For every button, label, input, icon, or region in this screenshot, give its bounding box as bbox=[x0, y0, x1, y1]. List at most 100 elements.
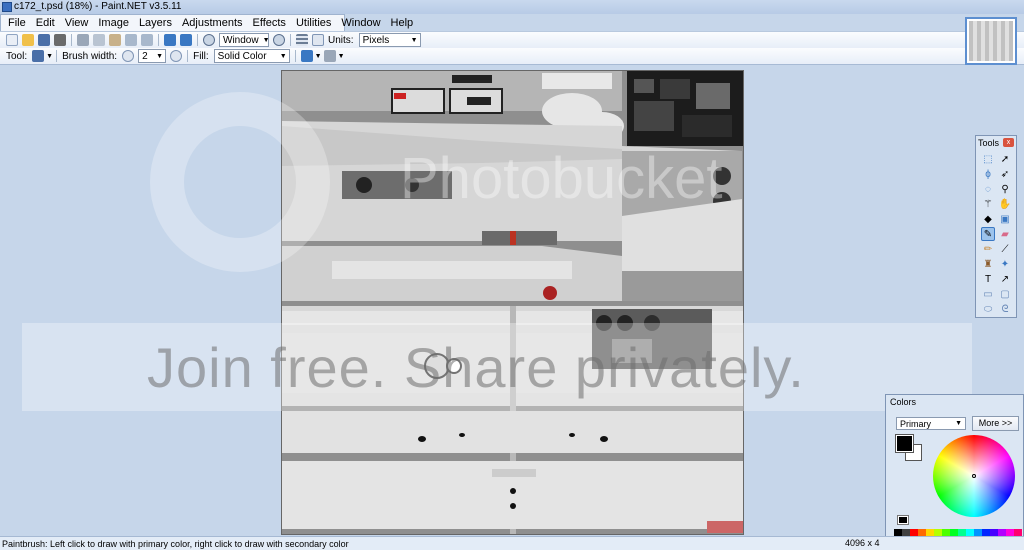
save-icon[interactable] bbox=[38, 34, 50, 46]
zoom-dropdown[interactable]: Window ▼ bbox=[219, 33, 270, 47]
brush-width-dropdown[interactable]: 2 ▼ bbox=[138, 49, 167, 63]
eraser-icon[interactable]: ▰ bbox=[998, 227, 1012, 241]
paintbrush-tool-icon[interactable] bbox=[32, 50, 45, 62]
units-label: Units: bbox=[328, 34, 354, 46]
clone-stamp-icon[interactable]: ♜ bbox=[981, 257, 995, 271]
toolbar-separator bbox=[290, 34, 291, 46]
antialiasing-icon[interactable] bbox=[300, 50, 313, 62]
chevron-down-icon: ▼ bbox=[262, 36, 270, 44]
menu-utilities[interactable]: Utilities bbox=[291, 16, 336, 31]
gradient-icon[interactable]: ▣ bbox=[998, 212, 1012, 226]
menu-layers[interactable]: Layers bbox=[134, 16, 177, 31]
tools-window-title: Tools bbox=[978, 137, 1000, 148]
color-mode-dropdown[interactable]: Primary ▼ bbox=[896, 417, 966, 430]
fill-dropdown[interactable]: Solid Color ▼ bbox=[213, 49, 290, 63]
watermark-tagline: Join free. Share privately. bbox=[147, 335, 805, 399]
chevron-down-icon: ▼ bbox=[410, 36, 418, 44]
copy-icon[interactable] bbox=[93, 34, 105, 46]
cut-icon[interactable] bbox=[77, 34, 89, 46]
toolbar-separator bbox=[158, 34, 159, 46]
status-bar: Paintbrush: Left click to draw with prim… bbox=[0, 536, 1024, 550]
tool-options-toolbar: Tool: ▼ Brush width: 2 ▼ Fill: Solid Col… bbox=[0, 48, 1024, 65]
increase-width-icon[interactable] bbox=[170, 50, 183, 62]
color-picker-icon[interactable]: ⟋ bbox=[998, 242, 1012, 256]
main-toolbar: Window ▼ Units: Pixels ▼ bbox=[0, 31, 1024, 48]
pan-icon[interactable]: ✋ bbox=[998, 197, 1012, 211]
undo-icon[interactable] bbox=[164, 34, 176, 46]
chevron-down-icon[interactable]: ▼ bbox=[46, 53, 53, 60]
ellipse-shape-icon[interactable]: ⬭ bbox=[981, 302, 995, 316]
decrease-width-icon[interactable] bbox=[122, 50, 135, 62]
chevron-down-icon: ▼ bbox=[955, 420, 962, 427]
tools-window-titlebar[interactable]: Tools x bbox=[976, 136, 1016, 149]
lasso-select-icon[interactable]: ϕ bbox=[981, 167, 995, 181]
image-canvas[interactable] bbox=[281, 70, 744, 535]
rectangle-select-icon[interactable]: ⬚ bbox=[981, 152, 995, 166]
photobucket-logo-watermark bbox=[150, 92, 330, 272]
toolbar-separator bbox=[187, 50, 189, 62]
toolbar-separator bbox=[294, 50, 296, 62]
menu-image[interactable]: Image bbox=[93, 16, 134, 31]
fill-label: Fill: bbox=[193, 50, 209, 62]
recolor-icon[interactable]: ✦ bbox=[998, 257, 1012, 271]
menu-window[interactable]: Window bbox=[336, 16, 385, 31]
pencil-icon[interactable]: ✏ bbox=[981, 242, 995, 256]
crop-to-selection-icon[interactable] bbox=[125, 34, 137, 46]
brush-width-label: Brush width: bbox=[62, 50, 118, 62]
image-size-readout: 4096 x 4 bbox=[845, 538, 880, 548]
colors-window-title[interactable]: Colors bbox=[886, 395, 1023, 409]
document-thumbnail-preview bbox=[969, 21, 1013, 61]
tool-label: Tool: bbox=[6, 50, 28, 62]
menu-view[interactable]: View bbox=[60, 16, 94, 31]
magic-wand-icon[interactable]: ⚚ bbox=[981, 197, 995, 211]
menu-help[interactable]: Help bbox=[386, 16, 419, 31]
tools-window: Tools x ⬚ ➚ ϕ ➶ ◌ ⚲ ⚚ ✋ ◆ ▣ ✎ ▰ ✏ ⟋ ♜ ✦ … bbox=[975, 135, 1017, 318]
chevron-down-icon[interactable]: ▼ bbox=[315, 53, 322, 60]
rounded-rectangle-icon[interactable]: ▢ bbox=[998, 287, 1012, 301]
color-wheel-marker[interactable] bbox=[972, 474, 976, 478]
line-curve-icon[interactable]: ↗ bbox=[998, 272, 1012, 286]
open-folder-icon[interactable] bbox=[22, 34, 34, 46]
paint-bucket-icon[interactable]: ◆ bbox=[981, 212, 995, 226]
menu-file[interactable]: File bbox=[3, 16, 31, 31]
print-icon[interactable] bbox=[54, 34, 66, 46]
redo-icon[interactable] bbox=[180, 34, 192, 46]
ellipse-select-icon[interactable]: ◌ bbox=[981, 182, 995, 196]
deselect-icon[interactable] bbox=[141, 34, 153, 46]
text-icon[interactable]: T bbox=[981, 272, 995, 286]
new-file-icon[interactable] bbox=[6, 34, 18, 46]
zoom-icon[interactable]: ⚲ bbox=[998, 182, 1012, 196]
zoom-out-icon[interactable] bbox=[203, 34, 215, 46]
move-selected-icon[interactable]: ➶ bbox=[998, 167, 1012, 181]
zoom-in-icon[interactable] bbox=[273, 34, 285, 46]
tools-window-close-button[interactable]: x bbox=[1003, 138, 1014, 147]
units-dropdown[interactable]: Pixels ▼ bbox=[358, 33, 421, 47]
rectangle-shape-icon[interactable]: ▭ bbox=[981, 287, 995, 301]
title-bar: c172_t.psd (18%) - Paint.NET v3.5.11 bbox=[0, 0, 1024, 14]
rulers-icon[interactable] bbox=[312, 34, 324, 46]
document-thumbnail[interactable] bbox=[965, 17, 1017, 65]
menu-effects[interactable]: Effects bbox=[248, 16, 291, 31]
primary-color-swatch[interactable] bbox=[895, 434, 914, 453]
freeform-shape-icon[interactable]: ᘓ bbox=[998, 302, 1012, 316]
colors-window: Colors Primary ▼ More >> bbox=[885, 394, 1024, 539]
status-message: Paintbrush: Left click to draw with prim… bbox=[2, 538, 349, 549]
move-selection-icon[interactable]: ➚ bbox=[998, 152, 1012, 166]
units-dropdown-value: Pixels bbox=[362, 34, 390, 46]
aircraft-texture-image bbox=[282, 71, 743, 534]
menu-edit[interactable]: Edit bbox=[31, 16, 60, 31]
alpha-blending-icon[interactable] bbox=[323, 50, 336, 62]
menu-adjustments[interactable]: Adjustments bbox=[177, 16, 248, 31]
window-title: c172_t.psd (18%) - Paint.NET v3.5.11 bbox=[14, 1, 182, 12]
chevron-down-icon[interactable]: ▼ bbox=[338, 53, 345, 60]
watermark-brand: Photobucket bbox=[400, 146, 723, 211]
paste-icon[interactable] bbox=[109, 34, 121, 46]
tools-grid: ⬚ ➚ ϕ ➶ ◌ ⚲ ⚚ ✋ ◆ ▣ ✎ ▰ ✏ ⟋ ♜ ✦ T ↗ ▭ ▢ … bbox=[976, 149, 1016, 319]
toolbar-separator bbox=[197, 34, 198, 46]
grid-icon[interactable] bbox=[296, 34, 308, 46]
reset-colors-icon[interactable] bbox=[897, 515, 909, 525]
more-colors-button[interactable]: More >> bbox=[972, 416, 1019, 431]
paintbrush-icon[interactable]: ✎ bbox=[981, 227, 995, 241]
chevron-down-icon: ▼ bbox=[279, 52, 287, 60]
menu-bar: File Edit View Image Layers Adjustments … bbox=[0, 14, 413, 31]
